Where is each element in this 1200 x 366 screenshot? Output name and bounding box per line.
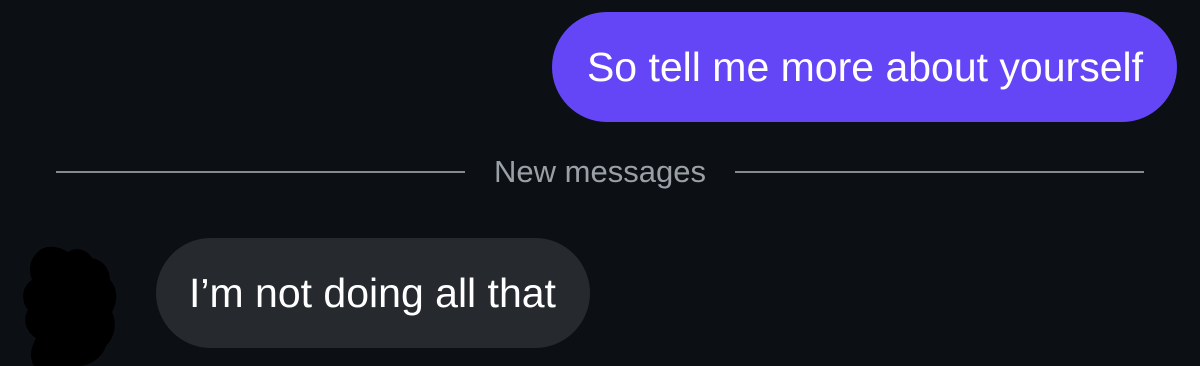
sent-message-bubble[interactable]: So tell me more about yourself	[551, 12, 1177, 122]
divider-line-right	[734, 171, 1145, 173]
sender-avatar-redacted[interactable]	[14, 238, 124, 366]
message-thread: So tell me more about yourself New messa…	[0, 0, 1200, 366]
new-messages-label: New messages	[494, 154, 706, 189]
new-messages-divider: New messages	[56, 152, 1145, 192]
received-message-bubble[interactable]: I’m not doing all that	[156, 238, 590, 348]
divider-line-left	[56, 171, 466, 173]
redaction-scribble-icon	[23, 246, 117, 366]
